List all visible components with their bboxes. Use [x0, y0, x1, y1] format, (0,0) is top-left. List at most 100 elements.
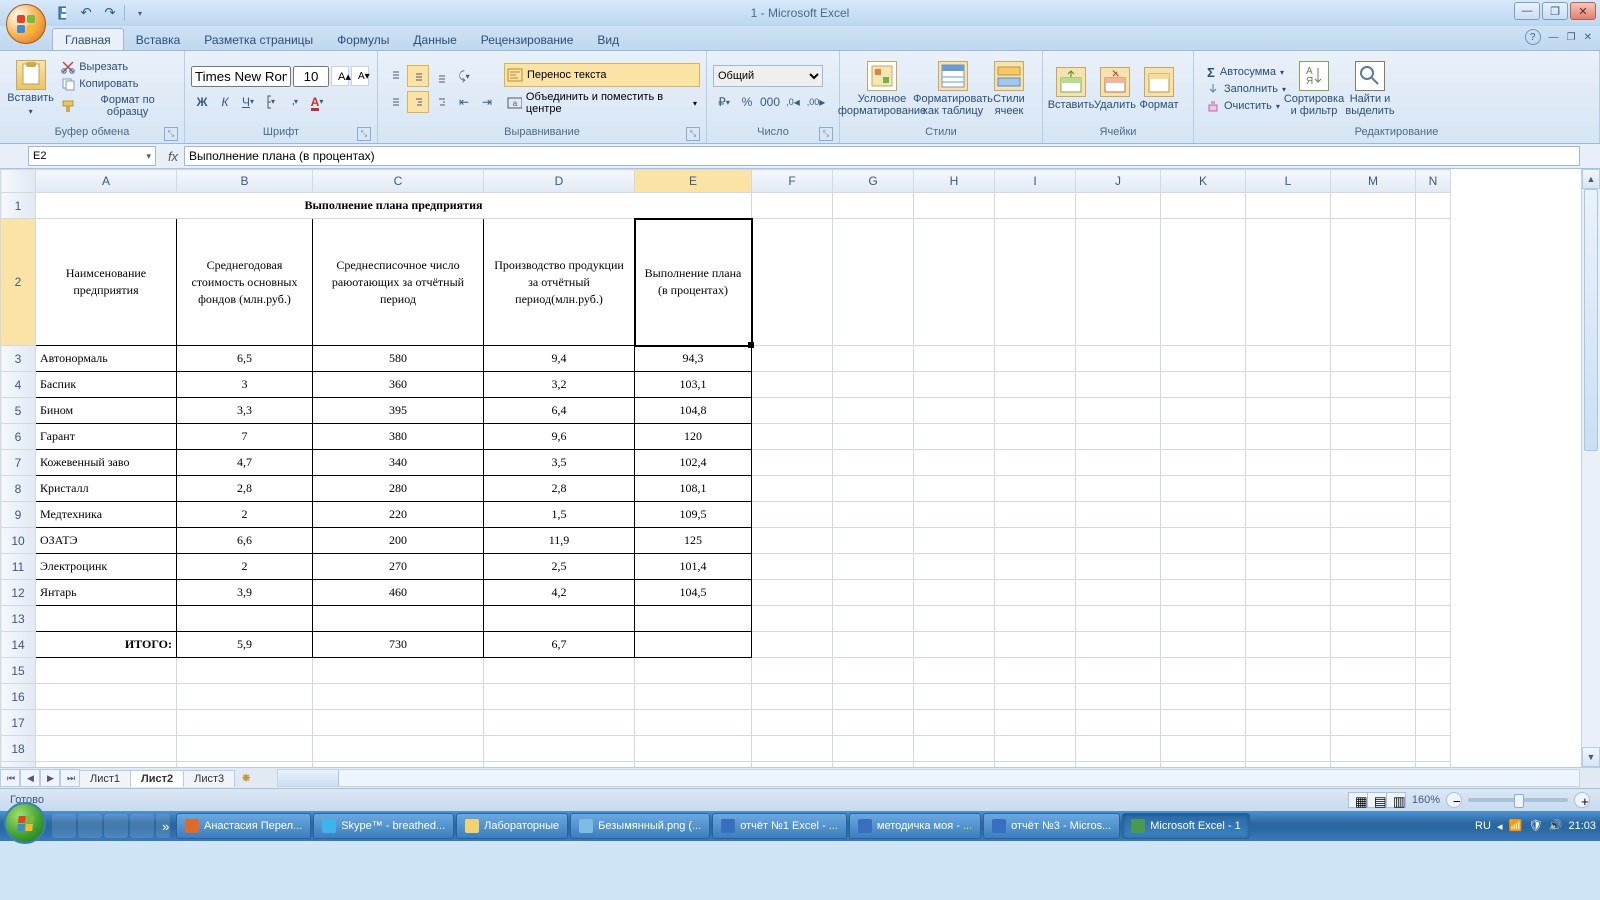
- cell-E2[interactable]: Выполнение плана (в процентах): [635, 219, 752, 346]
- taskbar-button[interactable]: Безымянный.png (...: [570, 813, 710, 839]
- conditional-formatting-button[interactable]: Условное форматирование: [846, 61, 918, 117]
- orientation-button[interactable]: ⤹▾: [453, 65, 475, 87]
- increase-indent-button[interactable]: ⇥: [476, 91, 498, 113]
- align-center-button[interactable]: [407, 91, 429, 113]
- workbook-close-icon[interactable]: ✕: [1584, 30, 1592, 44]
- col-header-B[interactable]: B: [177, 170, 313, 193]
- copy-button[interactable]: Копировать: [59, 77, 178, 91]
- tab-data[interactable]: Данные: [401, 29, 468, 50]
- tab-home[interactable]: Главная: [52, 28, 124, 50]
- new-sheet-button[interactable]: ✸: [235, 771, 257, 785]
- row-header-4[interactable]: 4: [1, 372, 36, 398]
- sheet-nav-prev[interactable]: ◀: [20, 769, 40, 787]
- tab-review[interactable]: Рецензирование: [469, 29, 586, 50]
- close-button[interactable]: ✕: [1570, 2, 1596, 20]
- tab-page-layout[interactable]: Разметка страницы: [192, 29, 325, 50]
- zoom-level[interactable]: 160%: [1412, 794, 1440, 806]
- taskbar-button[interactable]: отчёт №1 Excel - ...: [712, 813, 847, 839]
- row-header-14[interactable]: 14: [1, 632, 36, 658]
- cell-title[interactable]: Выполнение плана предприятия: [36, 193, 752, 219]
- clipboard-launcher[interactable]: ⤡: [164, 127, 178, 141]
- start-button[interactable]: [4, 802, 46, 844]
- font-launcher[interactable]: ⤡: [357, 127, 371, 141]
- taskbar-button[interactable]: отчёт №3 - Micros...: [983, 813, 1120, 839]
- taskbar-button[interactable]: Анастасия Перел...: [176, 813, 311, 839]
- row-header-5[interactable]: 5: [1, 398, 36, 424]
- percent-button[interactable]: %: [736, 91, 758, 113]
- paste-button[interactable]: Вставить ▾: [6, 60, 55, 118]
- col-header-A[interactable]: A: [36, 170, 177, 193]
- sheet-nav-next[interactable]: ▶: [40, 769, 60, 787]
- save-icon[interactable]: [52, 3, 72, 23]
- undo-icon[interactable]: ↶: [76, 3, 96, 23]
- row-header-10[interactable]: 10: [1, 528, 36, 554]
- tab-formulas[interactable]: Формулы: [325, 29, 401, 50]
- row-header-3[interactable]: 3: [1, 346, 36, 372]
- number-launcher[interactable]: ⤡: [819, 127, 833, 141]
- align-bottom-button[interactable]: [430, 65, 452, 87]
- tray-network-icon[interactable]: 📶: [1508, 819, 1522, 833]
- maximize-button[interactable]: ❐: [1542, 2, 1568, 20]
- spreadsheet-grid[interactable]: ABCDEFGHIJKLMN1Выполнение плана предприя…: [0, 169, 1600, 767]
- col-header-E[interactable]: E: [635, 170, 752, 193]
- increase-decimal-button[interactable]: ,0◂: [782, 91, 804, 113]
- row-header-6[interactable]: 6: [1, 424, 36, 450]
- row-header-7[interactable]: 7: [1, 450, 36, 476]
- cut-button[interactable]: Вырезать: [59, 60, 178, 74]
- office-button[interactable]: [6, 4, 46, 44]
- formula-input[interactable]: [184, 146, 1580, 166]
- name-box[interactable]: E2▾: [28, 146, 156, 166]
- insert-cells-button[interactable]: Вставить: [1049, 67, 1093, 111]
- sheet-nav-first[interactable]: ⏮: [0, 769, 20, 787]
- language-indicator[interactable]: RU: [1475, 820, 1491, 832]
- merge-center-button[interactable]: aОбъединить и поместить в центре▾: [504, 91, 700, 115]
- row-header-15[interactable]: 15: [1, 658, 36, 684]
- col-header-D[interactable]: D: [484, 170, 635, 193]
- shrink-font-button[interactable]: A▾: [351, 66, 369, 86]
- row-header-19[interactable]: 19: [1, 762, 36, 768]
- clock[interactable]: 21:03: [1568, 820, 1596, 832]
- align-left-button[interactable]: [384, 91, 406, 113]
- taskbar-button[interactable]: Лабораторные: [456, 813, 568, 839]
- ql-ie-icon[interactable]: [130, 814, 154, 838]
- ql-desktop-icon[interactable]: [52, 814, 76, 838]
- align-right-button[interactable]: [430, 91, 452, 113]
- format-cells-button[interactable]: Формат: [1137, 67, 1181, 111]
- sheet-nav-last[interactable]: ⏭: [60, 769, 80, 787]
- row-header-13[interactable]: 13: [1, 606, 36, 632]
- col-header-N[interactable]: N: [1416, 170, 1451, 193]
- row-header-16[interactable]: 16: [1, 684, 36, 710]
- help-icon[interactable]: ?: [1525, 29, 1541, 45]
- decrease-decimal-button[interactable]: ,00▸: [805, 91, 827, 113]
- fill-color-button[interactable]: ▾: [283, 91, 305, 113]
- tray-icon[interactable]: ◂: [1497, 820, 1503, 833]
- ql-switch-icon[interactable]: [78, 814, 102, 838]
- number-format-select[interactable]: Общий: [713, 65, 823, 87]
- autosum-button[interactable]: ΣАвтосумма▾: [1204, 65, 1286, 79]
- borders-button[interactable]: ▾: [260, 91, 282, 113]
- format-as-table-button[interactable]: Форматировать как таблицу: [920, 61, 986, 117]
- view-buttons[interactable]: ▦▤▥: [1349, 792, 1406, 809]
- cell-styles-button[interactable]: Стили ячеек: [988, 61, 1030, 117]
- font-name-input[interactable]: [191, 66, 291, 87]
- workbook-restore-icon[interactable]: ❐: [1567, 30, 1576, 44]
- currency-button[interactable]: ₽▾: [713, 91, 735, 113]
- col-header-I[interactable]: I: [995, 170, 1076, 193]
- sort-filter-button[interactable]: AЯСортировка и фильтр: [1286, 61, 1342, 117]
- italic-button[interactable]: К: [214, 91, 236, 113]
- row-header-9[interactable]: 9: [1, 502, 36, 528]
- zoom-slider[interactable]: [1468, 798, 1568, 802]
- horizontal-scrollbar[interactable]: [277, 769, 1580, 787]
- col-header-G[interactable]: G: [833, 170, 914, 193]
- row-header-1[interactable]: 1: [1, 193, 36, 219]
- sheet-tab-Лист3[interactable]: Лист3: [183, 770, 235, 787]
- row-header-11[interactable]: 11: [1, 554, 36, 580]
- col-header-C[interactable]: C: [313, 170, 484, 193]
- align-top-button[interactable]: [384, 65, 406, 87]
- underline-button[interactable]: Ч▾: [237, 91, 259, 113]
- col-header-M[interactable]: M: [1331, 170, 1416, 193]
- find-select-button[interactable]: Найти и выделить: [1342, 61, 1398, 117]
- tray-volume-icon[interactable]: 🔊: [1548, 819, 1562, 833]
- taskbar-button[interactable]: Skype™ - breathed...: [313, 813, 454, 839]
- grow-font-button[interactable]: A▴: [331, 66, 349, 86]
